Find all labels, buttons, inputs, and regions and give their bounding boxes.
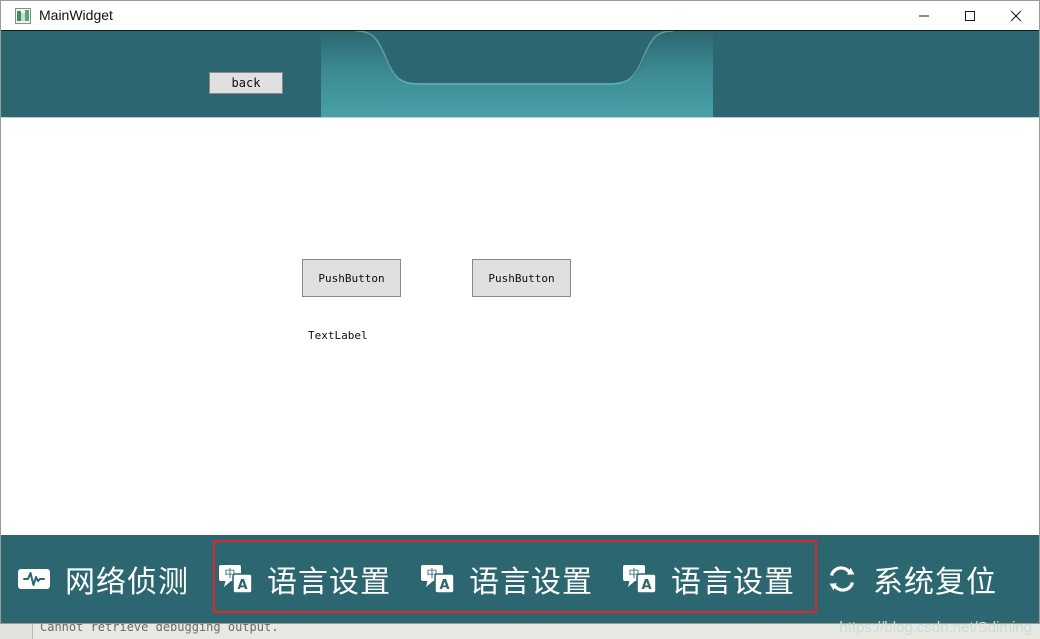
qt-window-icon <box>15 8 31 24</box>
svg-text:A: A <box>641 578 651 593</box>
system-reset-icon <box>823 560 861 598</box>
app-window: MainWidget back PushButton PushButton Te… <box>0 0 1040 624</box>
translate-icon: 中 A <box>419 560 457 598</box>
push-button-2[interactable]: PushButton <box>472 259 571 297</box>
push-button-1[interactable]: PushButton <box>302 259 401 297</box>
back-button[interactable]: back <box>209 72 283 94</box>
toolbar-label: 系统复位 <box>873 565 997 600</box>
window-controls <box>901 1 1039 30</box>
toolbar-label: 语言设置 <box>671 565 795 600</box>
header-curve-decoration <box>321 31 713 117</box>
toolbar-label: 网络侦测 <box>65 565 189 600</box>
maximize-icon[interactable] <box>947 1 993 30</box>
toolbar-item-network-detect[interactable]: 网络侦测 <box>1 535 203 623</box>
bottom-toolbar: 网络侦测 中 A 语言设置 中 A 语言设置 中 A 语言设置 系统复位 <box>1 535 1039 623</box>
toolbar-label: 语言设置 <box>469 565 593 600</box>
translate-icon: 中 A <box>217 560 255 598</box>
text-label: TextLabel <box>308 329 368 342</box>
toolbar-item-language-settings-2[interactable]: 中 A 语言设置 <box>405 535 607 623</box>
minimize-icon[interactable] <box>901 1 947 30</box>
watermark: https://blog.csdn.net/Sdiming <box>839 619 1032 636</box>
translate-icon: 中 A <box>621 560 659 598</box>
header-band: back <box>1 31 1039 117</box>
screenshot-root: p t p e c s n Cannot retrieve debugging … <box>0 0 1040 639</box>
title-bar: MainWidget <box>1 1 1039 31</box>
svg-text:A: A <box>439 578 449 593</box>
content-page: PushButton PushButton TextLabel <box>1 117 1039 535</box>
network-monitor-icon <box>15 560 53 598</box>
svg-text:A: A <box>237 578 247 593</box>
window-title: MainWidget <box>39 7 113 23</box>
toolbar-item-language-settings-3[interactable]: 中 A 语言设置 <box>607 535 809 623</box>
close-icon[interactable] <box>993 1 1039 30</box>
toolbar-item-language-settings-1[interactable]: 中 A 语言设置 <box>203 535 405 623</box>
toolbar-item-system-reset[interactable]: 系统复位 <box>809 535 1011 623</box>
toolbar-label: 语言设置 <box>267 565 391 600</box>
